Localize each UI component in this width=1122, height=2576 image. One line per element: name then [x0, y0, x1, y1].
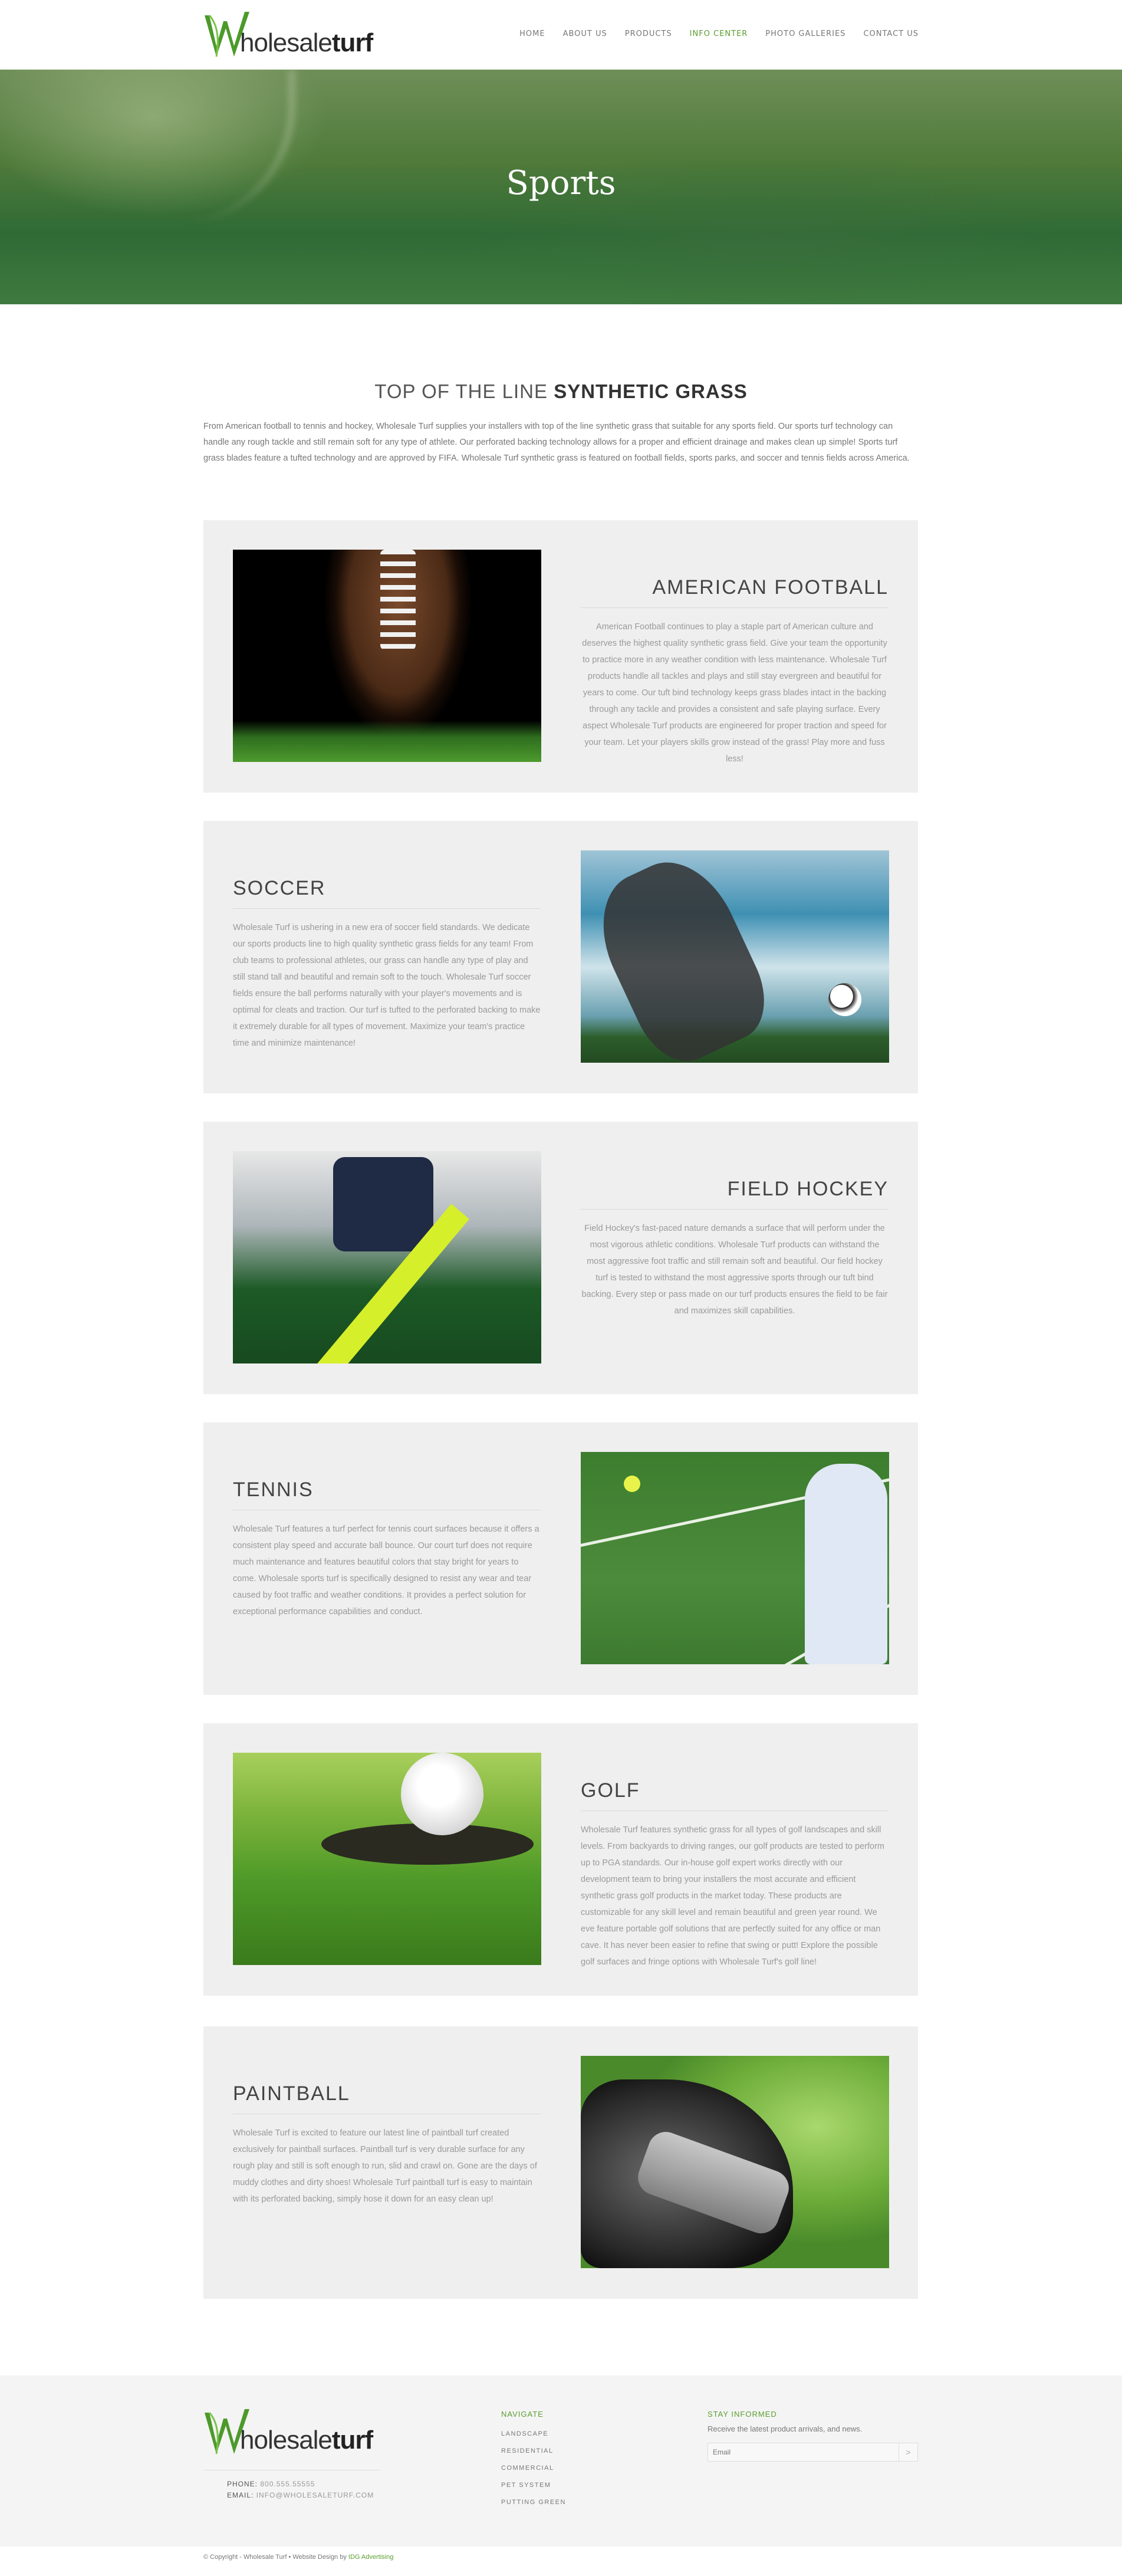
sport-title: PAINTBALL [233, 2059, 541, 2114]
sport-card-tennis: TENNIS Wholesale Turf features a turf pe… [203, 1422, 918, 1695]
phone-value[interactable]: 800.555.55555 [260, 2480, 315, 2488]
intro-title: TOP OF THE LINE SYNTHETIC GRASS [0, 380, 1122, 403]
nav-about-us[interactable]: ABOUT US [563, 29, 607, 38]
sport-title: FIELD HOCKEY [581, 1154, 889, 1210]
copyright: © Copyright - Wholesale Turf • Website D… [203, 2554, 393, 2561]
sport-description: Wholesale Turf is excited to feature our… [233, 2128, 537, 2204]
football-lace [380, 550, 416, 650]
footer-email: EMAIL: INFO@WHOLESALETURF.COM [227, 2490, 380, 2501]
sport-title: TENNIS [233, 1455, 541, 1510]
footer-newsletter: STAY INFORMED Receive the latest product… [708, 2410, 918, 2462]
email-value[interactable]: INFO@WHOLESALETURF.COM [256, 2491, 374, 2499]
intro-text: From American football to tennis and hoc… [203, 422, 910, 463]
footer-link-pet-system[interactable]: PET SYSTEM [501, 2477, 566, 2494]
nav-home[interactable]: HOME [519, 29, 545, 38]
main-nav: HOME ABOUT US PRODUCTS INFO CENTER PHOTO… [519, 29, 919, 38]
sport-title: SOCCER [233, 853, 541, 909]
sport-card-field-hockey: FIELD HOCKEY Field Hockey's fast-paced n… [203, 1122, 918, 1394]
sport-card-paintball: PAINTBALL Wholesale Turf is excited to f… [203, 2026, 918, 2299]
football-image [233, 550, 541, 762]
footer-link-landscape[interactable]: LANDSCAPE [501, 2426, 566, 2443]
footer-contact: PHONE: 800.555.55555 EMAIL: INFO@WHOLESA… [203, 2470, 380, 2501]
site-logo[interactable]: holesaleturf [203, 11, 374, 59]
tennis-image [581, 1452, 889, 1664]
footer-link-putting-green[interactable]: PUTTING GREEN [501, 2494, 566, 2511]
soccer-player-figure [581, 850, 781, 1063]
logo-text-part2: turf [331, 2426, 373, 2455]
intro-title-bold: SYNTHETIC GRASS [554, 380, 748, 402]
newsletter-text: Receive the latest product arrivals, and… [708, 2424, 863, 2433]
footer-link-commercial[interactable]: COMMERCIAL [501, 2460, 566, 2477]
footer-navigate: NAVIGATE LANDSCAPE RESIDENTIAL COMMERCIA… [501, 2410, 566, 2511]
page-title: Sports [506, 164, 616, 202]
sport-card-american-football: AMERICAN FOOTBALL American Football cont… [203, 520, 918, 793]
football-grass [233, 721, 541, 762]
email-label: EMAIL: [227, 2491, 254, 2499]
nav-photo-galleries[interactable]: PHOTO GALLERIES [765, 29, 845, 38]
site-header: holesaleturf HOME ABOUT US PRODUCTS INFO… [0, 0, 1122, 70]
copyright-text: © Copyright - Wholesale Turf • Website D… [203, 2554, 348, 2561]
soccer-ball [828, 983, 861, 1016]
sport-description: Field Hockey's fast-paced nature demands… [581, 1224, 888, 1316]
footer-phone: PHONE: 800.555.55555 [227, 2479, 380, 2490]
intro-title-light: TOP OF THE LINE [374, 380, 554, 402]
nav-contact-us[interactable]: CONTACT US [863, 29, 919, 38]
copyright-link[interactable]: IDG Advertising [348, 2554, 393, 2561]
sport-card-soccer: SOCCER Wholesale Turf is ushering in a n… [203, 821, 918, 1093]
phone-label: PHONE: [227, 2480, 258, 2488]
nav-info-center[interactable]: INFO CENTER [690, 29, 748, 38]
footer-navigate-title: NAVIGATE [501, 2410, 544, 2419]
newsletter-title: STAY INFORMED [708, 2410, 777, 2419]
logo-wordmark: holesaleturf [240, 28, 373, 58]
tennis-player-figure [805, 1464, 887, 1664]
tennis-ball [624, 1476, 640, 1492]
sport-description: Wholesale Turf is ushering in a new era … [233, 923, 541, 1048]
send-arrow-icon[interactable]: > [899, 2443, 917, 2461]
golf-ball [401, 1753, 483, 1835]
nav-products[interactable]: PRODUCTS [625, 29, 672, 38]
newsletter-form: > [708, 2443, 918, 2462]
sport-description: American Football continues to play a st… [582, 622, 887, 764]
field-hockey-image [233, 1151, 541, 1363]
hockey-player-figure [333, 1157, 433, 1251]
footer-logo[interactable]: holesaleturf [203, 2408, 380, 2456]
site-footer: holesaleturf PHONE: 800.555.55555 EMAIL:… [0, 2375, 1122, 2547]
paintball-image [581, 2056, 889, 2268]
sport-description: Wholesale Turf features synthetic grass … [581, 1825, 884, 1967]
logo-text-part2: turf [331, 28, 373, 57]
sport-title: GOLF [581, 1756, 889, 1811]
soccer-image [581, 850, 889, 1063]
hero-banner: Sports [0, 70, 1122, 304]
golf-image [233, 1753, 541, 1965]
sport-title: AMERICAN FOOTBALL [581, 553, 889, 608]
logo-text-part1: holesale [240, 28, 333, 57]
sport-description: Wholesale Turf features a turf perfect f… [233, 1524, 539, 1616]
sport-card-golf: GOLF Wholesale Turf features synthetic g… [203, 1723, 918, 1996]
newsletter-email-input[interactable] [708, 2443, 891, 2461]
logo-text-part1: holesale [240, 2426, 333, 2455]
logo-wordmark: holesaleturf [240, 2426, 373, 2455]
footer-link-residential[interactable]: RESIDENTIAL [501, 2443, 566, 2460]
